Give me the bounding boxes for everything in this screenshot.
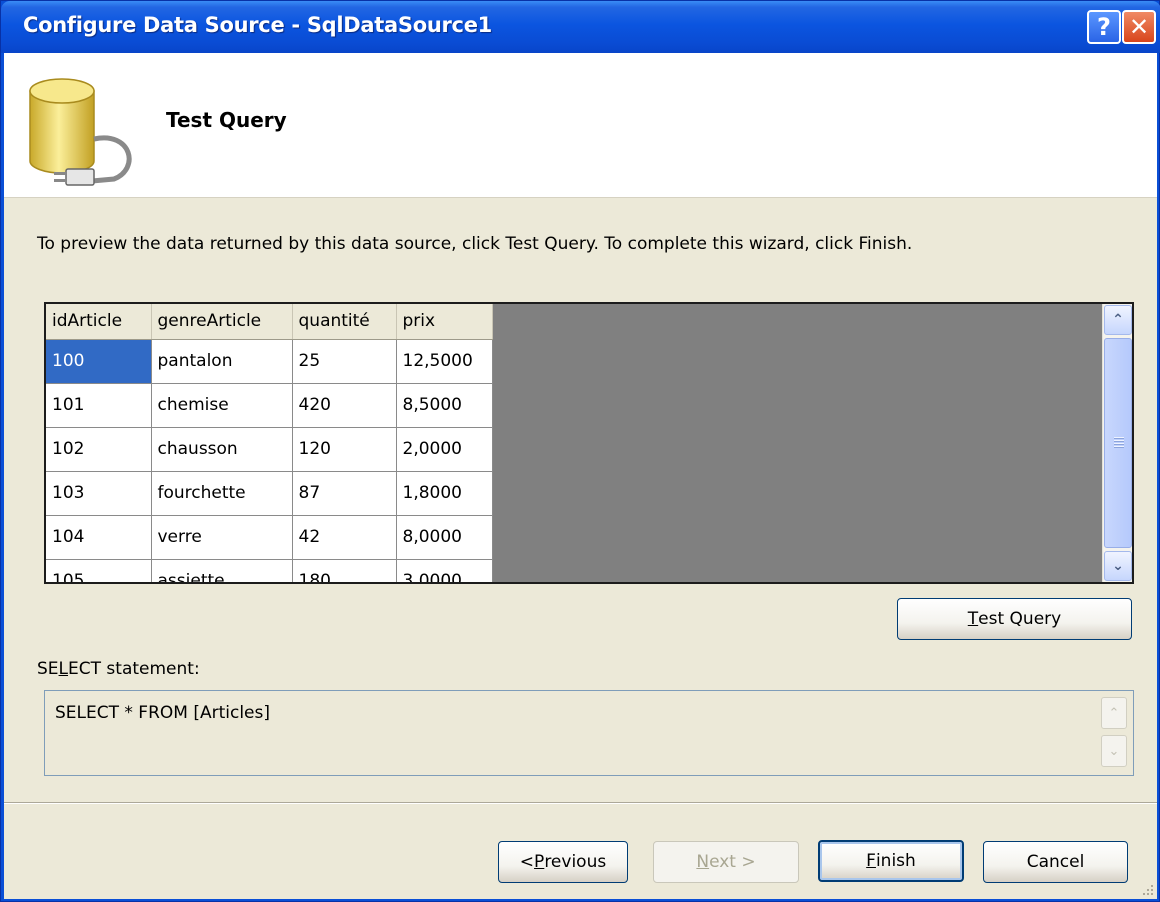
- cell-prix[interactable]: 8,0000: [396, 515, 493, 560]
- column-header-prix[interactable]: prix: [396, 304, 493, 340]
- select-scroll-down-button[interactable]: ⌄: [1101, 735, 1127, 767]
- cell-quantite[interactable]: 180: [292, 559, 397, 582]
- test-query-button[interactable]: Test Query: [897, 598, 1132, 640]
- cell-genrearticle[interactable]: pantalon: [151, 339, 293, 384]
- chevron-up-icon: ⌃: [1112, 312, 1124, 328]
- cell-prix[interactable]: 12,5000: [396, 339, 493, 384]
- column-header-genrearticle[interactable]: genreArticle: [151, 304, 293, 340]
- test-query-mnemonic: T: [967, 609, 979, 629]
- cell-quantite[interactable]: 87: [292, 471, 397, 516]
- cell-idarticle[interactable]: 100: [46, 339, 152, 384]
- footer-divider: [4, 802, 1157, 804]
- finish-mnemonic: F: [866, 851, 876, 871]
- database-plug-icon: [29, 78, 132, 186]
- dialog-window: Configure Data Source - SqlDataSource1 ?…: [0, 0, 1160, 902]
- cell-quantite[interactable]: 420: [292, 383, 397, 428]
- chevron-down-icon: ⌄: [1112, 558, 1124, 574]
- previous-button[interactable]: < Previous: [498, 841, 628, 883]
- table-row[interactable]: 104 verre 42 8,0000: [46, 515, 493, 560]
- cell-prix[interactable]: 2,0000: [396, 427, 493, 472]
- cell-genrearticle[interactable]: chemise: [151, 383, 293, 428]
- dialog-body: Test Query To preview the data returned …: [4, 53, 1157, 899]
- close-button[interactable]: ✕: [1122, 10, 1156, 44]
- results-grid[interactable]: idArticle genreArticle quantité prix 100…: [44, 302, 1134, 584]
- previous-label: revious: [544, 852, 607, 872]
- previous-prefix: <: [519, 852, 535, 872]
- cell-idarticle[interactable]: 103: [46, 471, 152, 516]
- finish-button[interactable]: Finish: [818, 840, 964, 882]
- cancel-label: Cancel: [1026, 852, 1085, 872]
- select-scrollbar[interactable]: ⌃ ⌄: [1101, 697, 1129, 769]
- cell-prix[interactable]: 1,8000: [396, 471, 493, 516]
- select-label-rest: ECT statement:: [68, 659, 200, 679]
- close-icon: ✕: [1128, 13, 1150, 41]
- cell-idarticle[interactable]: 105: [46, 559, 152, 582]
- select-scroll-up-button[interactable]: ⌃: [1101, 697, 1127, 729]
- cell-idarticle[interactable]: 102: [46, 427, 152, 472]
- previous-mnemonic: P: [534, 852, 545, 872]
- column-header-idarticle[interactable]: idArticle: [46, 304, 152, 340]
- window-title: Configure Data Source - SqlDataSource1: [23, 13, 492, 37]
- scroll-up-button[interactable]: ⌃: [1104, 305, 1132, 335]
- instruction-text: To preview the data returned by this dat…: [37, 234, 913, 254]
- cell-genrearticle[interactable]: assiette: [151, 559, 293, 582]
- cancel-button[interactable]: Cancel: [983, 841, 1128, 883]
- chevron-up-icon: ⌃: [1108, 705, 1120, 721]
- select-statement-label: SELECT statement:: [37, 659, 200, 679]
- cell-quantite[interactable]: 25: [292, 339, 397, 384]
- table-row[interactable]: 103 fourchette 87 1,8000: [46, 471, 493, 516]
- select-statement-text[interactable]: SELECT * FROM [Articles]: [55, 703, 270, 723]
- finish-label: inish: [875, 851, 916, 871]
- wizard-header: Test Query: [4, 53, 1157, 198]
- cell-quantite[interactable]: 42: [292, 515, 397, 560]
- cell-prix[interactable]: 3,0000: [396, 559, 493, 582]
- select-statement-field[interactable]: SELECT * FROM [Articles] ⌃ ⌄: [44, 690, 1134, 776]
- next-mnemonic: N: [696, 852, 710, 872]
- help-icon: ?: [1097, 13, 1111, 41]
- table-row[interactable]: 101 chemise 420 8,5000: [46, 383, 493, 428]
- cell-genrearticle[interactable]: chausson: [151, 427, 293, 472]
- title-bar[interactable]: Configure Data Source - SqlDataSource1 ?…: [1, 1, 1160, 53]
- scroll-down-button[interactable]: ⌄: [1104, 551, 1132, 581]
- column-header-quantite[interactable]: quantité: [292, 304, 397, 340]
- scroll-thumb[interactable]: [1104, 338, 1132, 548]
- resize-grip-icon[interactable]: [1139, 881, 1155, 897]
- table-row[interactable]: 102 chausson 120 2,0000: [46, 427, 493, 472]
- cell-genrearticle[interactable]: verre: [151, 515, 293, 560]
- cell-quantite[interactable]: 120: [292, 427, 397, 472]
- table-row[interactable]: 105 assiette 180 3,0000: [46, 559, 493, 582]
- cell-prix[interactable]: 8,5000: [396, 383, 493, 428]
- select-label-mnemonic: L: [58, 659, 69, 679]
- chevron-down-icon: ⌄: [1108, 743, 1120, 759]
- cell-genrearticle[interactable]: fourchette: [151, 471, 293, 516]
- test-query-label: est Query: [978, 609, 1062, 629]
- grid-vertical-scrollbar[interactable]: ⌃ ⌄: [1102, 304, 1132, 582]
- cell-idarticle[interactable]: 101: [46, 383, 152, 428]
- select-label-pre: SE: [37, 659, 59, 679]
- table-row[interactable]: 100 pantalon 25 12,5000: [46, 339, 493, 384]
- next-button[interactable]: Next >: [653, 841, 799, 883]
- cell-idarticle[interactable]: 104: [46, 515, 152, 560]
- results-table: idArticle genreArticle quantité prix 100…: [46, 304, 493, 582]
- grip-icon: [1114, 437, 1124, 449]
- page-title: Test Query: [166, 108, 287, 132]
- help-button[interactable]: ?: [1087, 10, 1121, 44]
- next-label: ext >: [709, 852, 756, 872]
